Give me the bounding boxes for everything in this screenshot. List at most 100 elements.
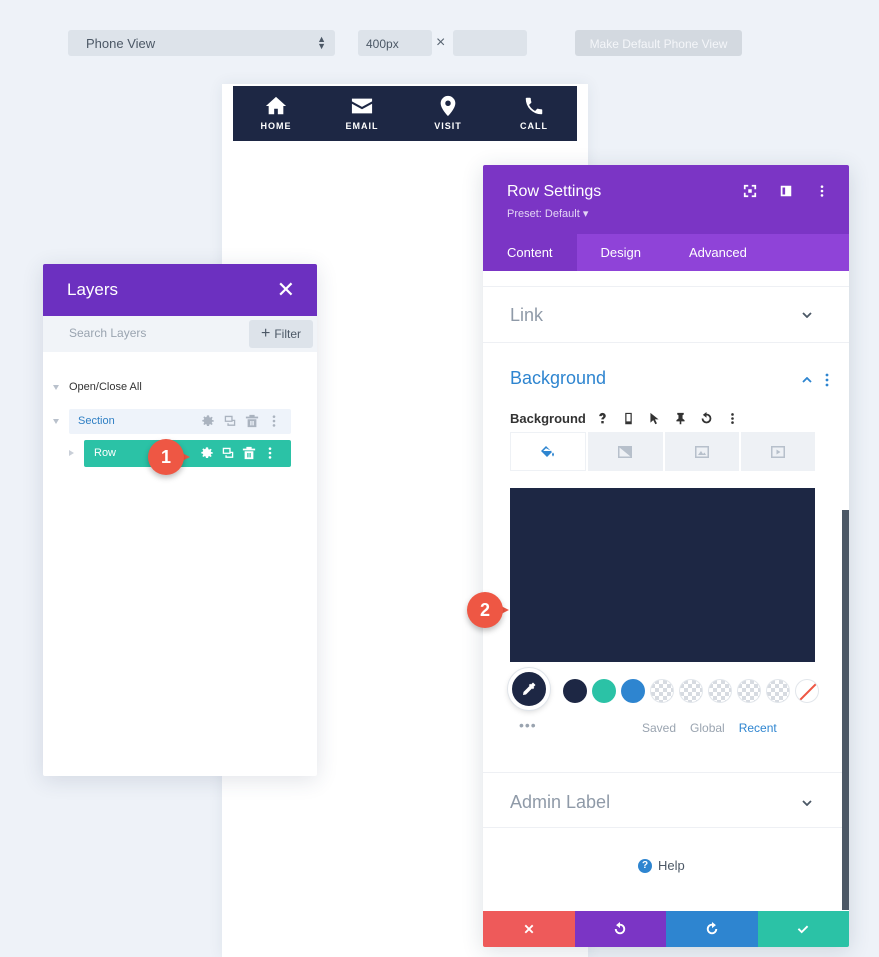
redo-button[interactable] [666,911,758,947]
times-icon: × [436,34,446,51]
fullscreen-icon[interactable] [743,184,757,198]
background-color-preview[interactable] [510,488,815,662]
background-type-tabs [510,432,815,471]
layer-section[interactable]: Section [53,409,293,434]
more-vertical-icon[interactable] [724,409,742,427]
help-label: Help [658,858,685,873]
nav-item-visit[interactable]: VISIT [405,86,491,141]
palette-tab-saved[interactable]: Saved [642,721,676,735]
image-icon [694,445,709,458]
height-input[interactable] [453,30,527,56]
phone-icon [525,97,543,115]
caret-down-icon[interactable] [53,419,59,424]
annotation-badge-2: 2 [467,592,509,628]
swatch-empty[interactable] [708,679,732,703]
badge-number: 1 [148,439,184,475]
gear-icon[interactable] [200,446,214,460]
open-close-all-label: Open/Close All [69,381,142,393]
layers-panel: Layers ✕ + Filter Open/Close All Section… [43,264,317,776]
row-layer-label: Row [94,447,117,459]
more-vertical-icon[interactable] [263,446,277,460]
view-mode-select[interactable]: Phone View ▲ ▼ [68,30,335,56]
bg-tab-gradient[interactable] [588,432,663,471]
section-layer-actions [201,414,281,428]
nav-item-call[interactable]: CALL [491,86,577,141]
save-button[interactable] [757,911,849,947]
palette-tabs: Saved Global Recent [642,721,777,735]
color-picker-button[interactable] [508,668,550,710]
open-close-all-toggle[interactable]: Open/Close All [53,381,142,393]
swatch-blue[interactable] [621,679,645,703]
swatch-teal[interactable] [592,679,616,703]
duplicate-icon[interactable] [221,446,235,460]
section-layer-label: Section [78,415,115,427]
help-icon[interactable] [594,409,612,427]
row-layer-actions [200,446,277,460]
admin-label-toggle[interactable]: Admin Label [483,772,849,828]
nav-item-email[interactable]: EMAIL [319,86,405,141]
settings-scrollbar[interactable] [842,510,849,910]
settings-footer [483,911,849,947]
background-field-label: Background [510,410,586,426]
palette-tab-global[interactable]: Global [690,721,725,735]
nav-item-home[interactable]: HOME [233,86,319,141]
pin-icon[interactable] [672,409,690,427]
more-vertical-icon[interactable] [267,414,281,428]
map-pin-icon [440,95,456,117]
help-link[interactable]: ? Help [638,858,685,873]
nav-item-label: EMAIL [345,121,379,131]
more-vertical-icon[interactable] [825,373,829,387]
swatch-navy[interactable] [563,679,587,703]
filter-button[interactable]: + Filter [249,320,313,348]
make-default-view-button[interactable]: Make Default Phone View [575,30,742,56]
video-icon [770,445,785,458]
bg-tab-color[interactable] [510,432,587,471]
swatch-empty[interactable] [737,679,761,703]
layers-search-bar: + Filter [43,316,317,352]
preset-dropdown[interactable]: Preset: Default ▾ [507,207,588,220]
caret-right-icon[interactable] [69,450,74,456]
trash-icon[interactable] [245,414,259,428]
undo-icon [615,922,626,935]
close-icon [524,924,534,934]
gear-icon[interactable] [201,414,215,428]
mobile-icon[interactable] [620,409,638,427]
chevron-down-icon [802,312,812,318]
link-toggle[interactable]: Link [483,286,849,342]
tab-advanced[interactable]: Advanced [665,234,771,271]
width-value: 400px [366,37,399,51]
nav-item-label: HOME [260,121,292,131]
reset-icon[interactable] [698,409,716,427]
background-field-header: Background [510,409,742,427]
close-icon[interactable]: ✕ [277,279,295,301]
cursor-hover-icon[interactable] [646,409,664,427]
swatch-empty[interactable] [766,679,790,703]
caret-down-icon [53,384,59,390]
nav-item-label: VISIT [434,121,462,131]
swatch-empty[interactable] [650,679,674,703]
background-toggle-title[interactable]: Background [510,368,606,389]
redo-icon [706,922,717,935]
section-layer-box[interactable]: Section [69,409,291,434]
nav-item-label: CALL [520,121,548,131]
more-horizontal-icon[interactable]: ••• [519,717,537,733]
cancel-button[interactable] [483,911,575,947]
row-settings-title: Row Settings [507,183,602,200]
chevron-up-icon[interactable] [802,377,812,383]
search-layers-input[interactable] [69,326,249,340]
swatch-clear[interactable] [795,679,819,703]
badge-number: 2 [467,592,503,628]
width-input[interactable]: 400px [358,30,432,56]
bg-tab-video[interactable] [740,432,815,471]
more-vertical-icon[interactable] [815,184,829,198]
bg-tab-image[interactable] [664,432,739,471]
tab-design[interactable]: Design [577,234,665,271]
split-view-icon[interactable] [779,184,793,198]
duplicate-icon[interactable] [223,414,237,428]
tab-content[interactable]: Content [483,234,577,271]
view-mode-value: Phone View [86,36,156,51]
palette-tab-recent[interactable]: Recent [739,721,777,735]
undo-button[interactable] [574,911,666,947]
trash-icon[interactable] [242,446,256,460]
swatch-empty[interactable] [679,679,703,703]
